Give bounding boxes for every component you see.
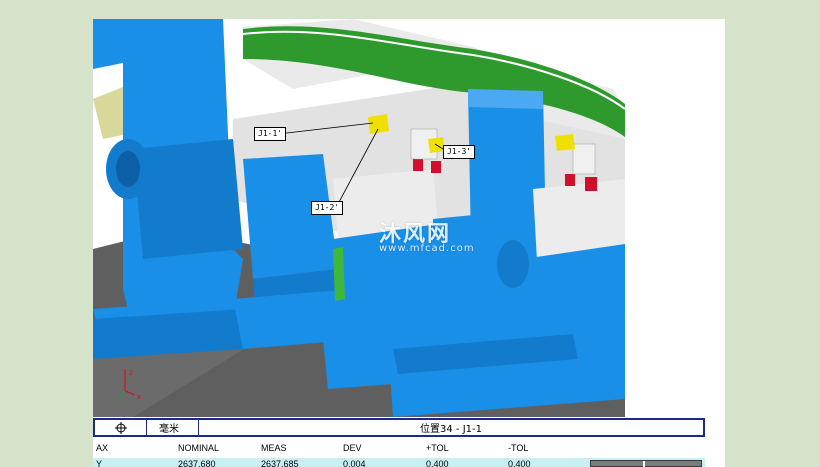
column-header-minus-tol: -TOL: [508, 443, 529, 453]
position-label: 位置34 - J1-1: [420, 424, 482, 435]
crosshair-icon[interactable]: [95, 420, 147, 435]
units-label: 毫米: [147, 420, 199, 435]
svg-text:X: X: [137, 394, 141, 401]
cell-nominal: 2637.680: [178, 459, 216, 467]
cell-meas: 2637.685: [261, 459, 299, 467]
svg-text:Y: Y: [112, 398, 117, 405]
svg-text:Z: Z: [129, 370, 133, 377]
fixture-3d-model: Z X Y: [93, 19, 625, 417]
report-page: Z X Y J1-1' J1-3' J1-2' 沐风网 www.mfcad.co…: [93, 19, 725, 467]
column-header-plus-tol: +TOL: [426, 443, 449, 453]
cell-dev: 0.004: [343, 459, 366, 467]
callout-j1-1[interactable]: J1-1': [254, 127, 287, 141]
watermark-url: www.mfcad.com: [379, 243, 475, 254]
cell-plus-tol: 0.400: [426, 459, 449, 467]
callout-j1-2[interactable]: J1-2': [311, 201, 344, 215]
cell-minus-tol: 0.400: [508, 459, 531, 467]
deviation-bar: [590, 460, 702, 467]
table-row[interactable]: Y 2637.680 2637.685 0.004 0.400 0.400: [93, 458, 705, 467]
sensor-j1-1: [368, 114, 389, 134]
column-header-nominal: NOMINAL: [178, 443, 220, 453]
column-headers: AX NOMINAL MEAS DEV +TOL -TOL: [93, 439, 705, 457]
column-header-meas: MEAS: [261, 443, 287, 453]
deviation-marker: [643, 461, 645, 467]
cad-viewport[interactable]: Z X Y J1-1' J1-3' J1-2' 沐风网 www.mfcad.co…: [93, 19, 625, 417]
column-header-dev: DEV: [343, 443, 362, 453]
callout-j1-3[interactable]: J1-3': [443, 145, 476, 159]
measurement-header: 毫米 位置34 - J1-1: [93, 418, 705, 437]
column-header-ax: AX: [96, 443, 109, 453]
cell-ax: Y: [96, 459, 103, 467]
